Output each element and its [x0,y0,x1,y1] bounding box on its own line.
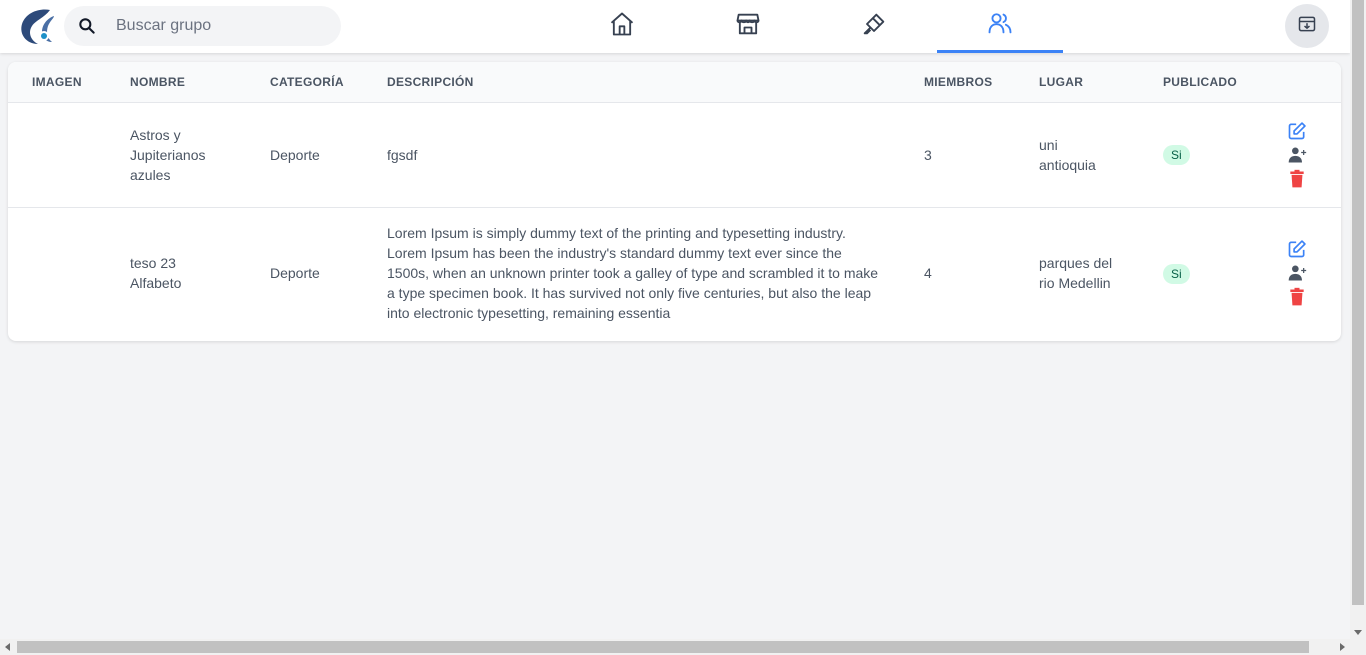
scroll-right-arrow[interactable] [1340,643,1345,651]
table-header-row: IMAGEN NOMBRE CATEGORÍA DESCRIPCIÓN MIEM… [8,62,1341,102]
cell-lugar: uni antioquia [1015,102,1139,207]
table-row: teso 23 Alfabeto Deporte Lorem Ipsum is … [8,207,1341,339]
cell-miembros: 3 [924,146,932,163]
col-miembros[interactable]: MIEMBROS [900,62,1015,102]
cell-actions [1249,207,1341,339]
home-icon [608,10,636,43]
cell-descripcion: Lorem Ipsum is simply dummy text of the … [363,207,900,339]
cell-publicado: Si [1139,207,1249,339]
members-icon[interactable] [1286,263,1308,283]
nombre-text: Astros y Jupiterianos azules [130,126,206,183]
status-badge: Si [1163,145,1190,165]
archive-icon [1297,14,1317,39]
tab-groups[interactable] [937,0,1063,53]
cell-nombre: teso 23 Alfabeto [106,207,246,339]
cell-lugar: parques del rio Medellin [1015,207,1139,339]
search-icon[interactable] [77,16,97,36]
cell-descripcion: fgsdf [387,146,418,163]
brush-icon [860,10,888,43]
cell-publicado: Si [1139,102,1249,207]
nombre-text: teso 23 Alfabeto [130,255,182,292]
search-box [64,6,341,46]
tab-brush[interactable] [811,0,937,53]
tab-home[interactable] [559,0,685,53]
edit-icon[interactable] [1286,239,1308,259]
edit-icon[interactable] [1286,121,1308,141]
members-icon[interactable] [1286,145,1308,165]
scrollbar-corner [1350,639,1366,655]
col-imagen[interactable]: IMAGEN [8,62,106,102]
tab-store[interactable] [685,0,811,53]
vertical-scrollbar[interactable] [1350,0,1366,639]
groups-table: IMAGEN NOMBRE CATEGORÍA DESCRIPCIÓN MIEM… [8,62,1341,339]
horizontal-scrollbar[interactable] [0,639,1350,655]
users-icon [986,9,1014,42]
cell-miembros: 4 [924,265,932,282]
store-icon [734,10,762,43]
col-descripcion[interactable]: DESCRIPCIÓN [363,62,900,102]
cell-actions [1249,102,1341,207]
cell-imagen [8,207,106,339]
cell-nombre: Astros y Jupiterianos azules [106,102,246,207]
cell-categoria: Deporte [270,146,320,163]
scroll-down-arrow[interactable] [1354,630,1362,635]
delete-icon[interactable] [1286,169,1308,189]
delete-icon[interactable] [1286,287,1308,307]
vertical-scroll-thumb[interactable] [1352,0,1364,605]
top-bar [0,0,1350,53]
groups-table-card: IMAGEN NOMBRE CATEGORÍA DESCRIPCIÓN MIEM… [8,62,1341,341]
archive-button[interactable] [1285,4,1329,48]
status-badge: Si [1163,263,1190,284]
descripcion-text: Lorem Ipsum is simply dummy text of the … [387,225,879,322]
col-actions [1249,62,1341,102]
cell-categoria: Deporte [270,265,320,282]
cell-imagen [8,102,106,207]
search-input[interactable] [116,6,331,46]
col-nombre[interactable]: NOMBRE [106,62,246,102]
table-row: Astros y Jupiterianos azules Deporte fgs… [8,102,1341,207]
col-categoria[interactable]: CATEGORÍA [246,62,363,102]
app-logo[interactable] [14,6,58,46]
lugar-text: uni antioquia [1039,136,1096,173]
horizontal-scroll-thumb[interactable] [17,641,1309,653]
lugar-text: parques del rio Medellin [1039,255,1113,292]
scroll-left-arrow[interactable] [5,643,10,651]
col-publicado[interactable]: PUBLICADO [1139,62,1249,102]
col-lugar[interactable]: LUGAR [1015,62,1139,102]
